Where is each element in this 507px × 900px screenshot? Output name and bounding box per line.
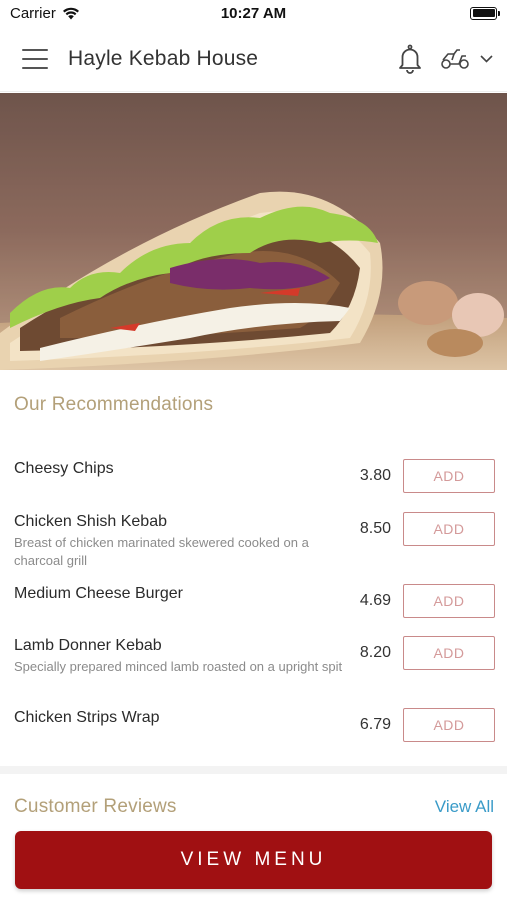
scooter-icon (441, 48, 469, 69)
item-price: 4.69 (359, 592, 391, 609)
recommendations-title: Our Recommendations (14, 394, 214, 415)
item-price: 6.79 (359, 716, 391, 733)
hero-image (0, 93, 507, 370)
notifications-button[interactable] (398, 44, 422, 74)
menu-item: Cheesy Chips 3.80 ADD (14, 459, 495, 493)
app-header: Hayle Kebab House (0, 26, 507, 92)
add-button[interactable]: ADD (403, 708, 495, 742)
delivery-mode-button[interactable] (440, 48, 493, 70)
add-button[interactable]: ADD (403, 636, 495, 670)
section-divider (0, 766, 507, 774)
item-price: 8.20 (359, 644, 391, 661)
add-button[interactable]: ADD (403, 584, 495, 618)
bell-icon (399, 44, 421, 74)
header-actions (398, 44, 493, 74)
item-description: Specially prepared minced lamb roasted o… (14, 659, 343, 674)
menu-item: Lamb Donner Kebab Specially prepared min… (14, 636, 495, 676)
item-price: 8.50 (359, 520, 391, 537)
hamburger-icon (22, 48, 48, 51)
item-description: Breast of chicken marinated skewered coo… (14, 535, 309, 568)
add-button[interactable]: ADD (403, 512, 495, 546)
status-left: Carrier (10, 5, 80, 22)
add-button[interactable]: ADD (403, 459, 495, 493)
battery-icon (470, 6, 500, 20)
carrier-label: Carrier (10, 4, 56, 22)
reviews-title: Customer Reviews (14, 796, 177, 817)
item-price: 3.80 (359, 467, 391, 484)
wifi-icon (62, 7, 79, 19)
menu-item: Chicken Strips Wrap 6.79 ADD (14, 708, 495, 742)
hamburger-menu-button[interactable] (22, 48, 48, 69)
chevron-down-icon (480, 54, 493, 63)
view-all-reviews-link[interactable]: View All (435, 797, 494, 817)
menu-item: Medium Cheese Burger 4.69 ADD (14, 584, 495, 618)
view-menu-button[interactable]: VIEW MENU (15, 831, 492, 889)
kebab-illustration (0, 93, 507, 370)
status-bar: Carrier 10:27 AM (0, 0, 507, 26)
menu-item: Chicken Shish Kebab Breast of chicken ma… (14, 512, 495, 570)
page-title: Hayle Kebab House (68, 46, 259, 70)
